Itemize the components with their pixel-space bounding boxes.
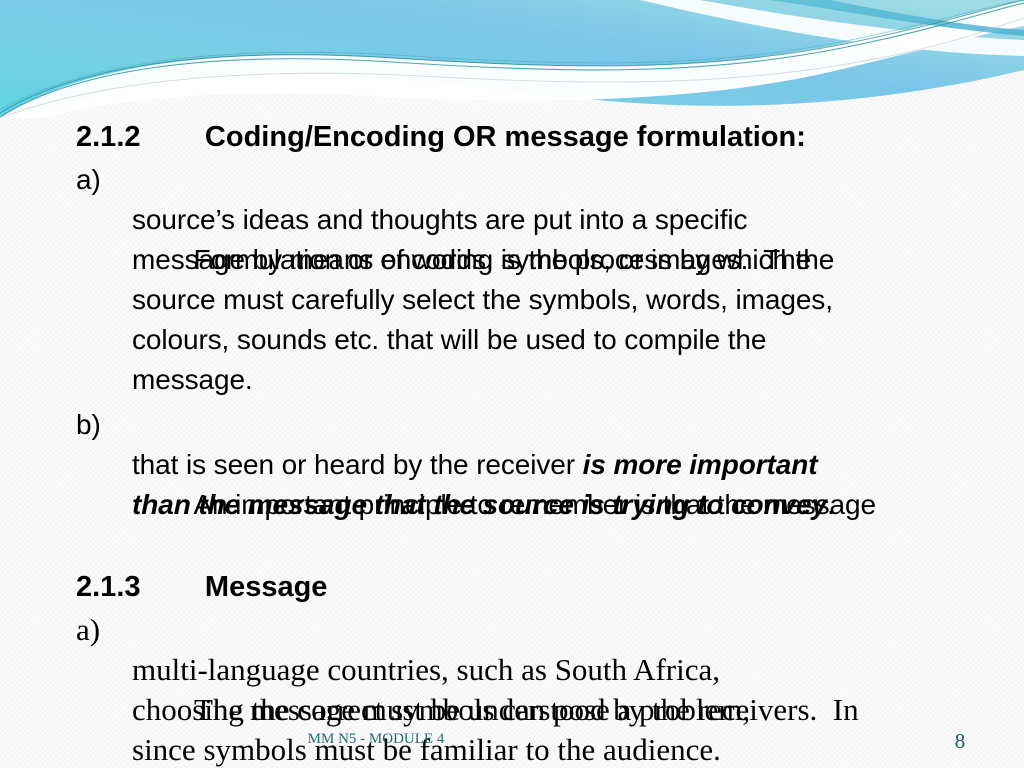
list-text-line: source’s ideas and thoughts are put into… xyxy=(132,204,748,235)
list-marker: b) xyxy=(76,409,101,440)
slide-page-number: 8 xyxy=(954,729,966,753)
list-marker: a) xyxy=(76,612,101,647)
list-item-212-a: a) Formulation or encoding is the proces… xyxy=(76,160,981,400)
list-text-line: that is seen or heard by the receiver is… xyxy=(132,445,818,485)
emphasis-text: than the message that the source is tryi… xyxy=(132,489,827,520)
slide-footer-text: MM N5 - MODULE 4 xyxy=(307,731,445,747)
list-text-line: message. xyxy=(132,364,253,395)
list-text-plain: that is seen or heard by the receiver xyxy=(132,449,583,480)
slide-content: 2.1.2 Coding/Encoding OR message formula… xyxy=(0,0,1024,768)
list-marker: a) xyxy=(76,164,101,195)
section-heading-213: 2.1.3 Message xyxy=(76,571,328,603)
list-text-plain: . xyxy=(826,489,835,520)
slide: 2.1.2 Coding/Encoding OR message formula… xyxy=(0,0,1024,768)
list-text-line: source must carefully select the symbols… xyxy=(132,284,833,315)
list-text-line: message by means of words, symbols, or i… xyxy=(132,244,812,275)
section-heading-212: 2.1.2 Coding/Encoding OR message formula… xyxy=(76,121,806,153)
list-text-line: choosing the correct symbols can pose a … xyxy=(132,692,751,727)
list-text-line: multi-language countries, such as South … xyxy=(132,652,721,687)
list-text-line: colours, sounds etc. that will be used t… xyxy=(132,324,767,355)
list-item-212-b: b) An important principle to remember is… xyxy=(76,405,981,525)
emphasis-text: is more important xyxy=(582,449,818,480)
list-text-line: than the message that the source is tryi… xyxy=(132,485,835,525)
